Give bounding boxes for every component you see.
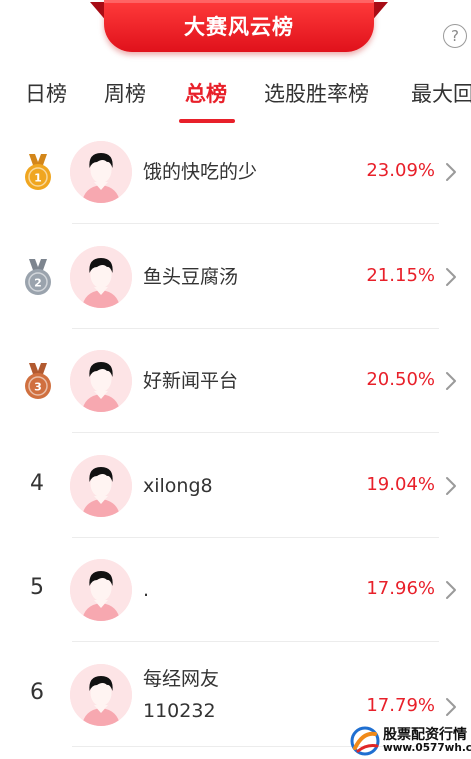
svg-text:2: 2: [34, 276, 42, 289]
chevron-right-icon[interactable]: [444, 266, 458, 288]
avatar[interactable]: [70, 559, 132, 621]
user-name: xilong8: [143, 474, 213, 497]
tab-bar: 日榜 周榜 总榜 选股胜率榜 最大回: [0, 78, 471, 126]
rank-number: 6: [30, 679, 44, 705]
return-percent: 23.09%: [366, 160, 435, 181]
avatar[interactable]: [70, 141, 132, 203]
tab-overall[interactable]: 总榜: [185, 78, 227, 108]
banner: 大赛风云榜: [90, 0, 388, 58]
avatar[interactable]: [70, 245, 132, 308]
banner-title: 大赛风云榜: [104, 0, 374, 52]
bronze-medal-icon: 3: [22, 361, 54, 401]
silver-medal-icon: 2: [22, 257, 54, 297]
chevron-right-icon[interactable]: [444, 161, 458, 183]
svg-text:1: 1: [34, 172, 42, 185]
svg-text:3: 3: [34, 381, 42, 394]
gold-medal-icon: 1: [22, 152, 54, 192]
user-name: 饿的快吃的少: [143, 161, 258, 183]
ranking-row[interactable]: 1 饿的快吃的少 23.09%: [0, 120, 471, 224]
return-percent: 20.50%: [366, 369, 435, 390]
avatar[interactable]: [70, 454, 132, 517]
chevron-right-icon[interactable]: [444, 579, 458, 601]
tab-weekly[interactable]: 周榜: [104, 78, 146, 108]
avatar[interactable]: [70, 350, 132, 412]
return-percent: 17.79%: [366, 694, 435, 716]
user-name: 鱼头豆腐汤: [143, 265, 239, 288]
ranking-row[interactable]: 3 好新闻平台 20.50%: [0, 329, 471, 433]
user-name: 好新闻平台: [143, 370, 239, 392]
leaderboard-page: 大赛风云榜 ? 日榜 周榜 总榜 选股胜率榜 最大回 1 饿的快吃的少 23.09…: [0, 0, 471, 759]
tab-daily[interactable]: 日榜: [25, 78, 67, 108]
tab-win-rate[interactable]: 选股胜率榜: [264, 78, 369, 108]
watermark-title: 股票配资行情: [383, 727, 467, 743]
user-name: 每经网友: [143, 667, 220, 690]
ranking-row[interactable]: 4 xilong8 19.04%: [0, 434, 471, 538]
watermark-url: www.0577wh.com: [383, 742, 471, 754]
ranking-row[interactable]: 5 . 17.96%: [0, 538, 471, 642]
chevron-right-icon[interactable]: [444, 370, 458, 392]
user-name: .: [143, 579, 150, 601]
help-icon[interactable]: ?: [443, 24, 467, 48]
avatar[interactable]: [70, 663, 132, 726]
return-percent: 17.96%: [366, 578, 435, 599]
watermark: 股票配资行情 www.0577wh.com: [347, 722, 471, 759]
user-name: 110232: [143, 699, 216, 722]
rank-number: 4: [30, 470, 44, 496]
ranking-row[interactable]: 2 鱼头豆腐汤 21.15%: [0, 225, 471, 329]
watermark-logo-icon: [350, 726, 380, 756]
return-percent: 19.04%: [366, 473, 435, 495]
tab-max-drawdown[interactable]: 最大回: [411, 78, 471, 108]
chevron-right-icon[interactable]: [444, 696, 458, 718]
chevron-right-icon[interactable]: [444, 475, 458, 497]
return-percent: 21.15%: [366, 264, 435, 286]
rank-number: 5: [30, 575, 44, 600]
